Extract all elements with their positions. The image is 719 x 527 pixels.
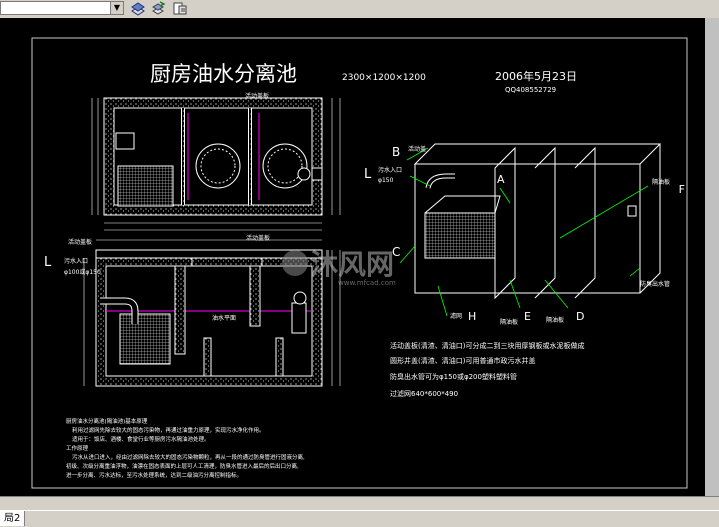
note-bottom-title: 厨房油水分离池(隔油池)基本原理 [66,417,148,425]
section-cover-label: 活动盖板 [246,234,270,242]
layer-states-icon[interactable] [172,1,188,16]
iso-label-H-text: 滤网 [450,312,462,320]
note-bottom-4: 污水从进口进入，经由过滤网除去较大的固态污染物颗粒，再从一段的通过防臭管进行固液… [72,453,305,461]
note-right-1: 活动盖板(清渣、清油口)可分成二到三块用厚钢板或水泥板做成 [390,341,584,350]
note-bottom-2: 适用于：饭店、酒楼、食堂行业等厨房污水隔油池处理。 [72,435,210,443]
note-right-4: 过滤网640*600*490 [390,389,458,398]
note-bottom-3: 工作原理 [66,444,89,452]
iso-label-B-text: 活动盖 [408,145,426,153]
notes-right: 活动盖板(清渣、清油口)可分成二到三块用厚钢板或水泥板做成 圆形井盖(清渣、清油… [390,341,584,398]
toolbar: ▼ [0,0,719,19]
size-spec: 2300×1200×1200 [342,73,426,83]
plan-view: 活动盖板 [91,92,341,231]
drawing-code: QQ408552729 [505,86,556,94]
iso-label-B: B [392,145,400,159]
drawing-canvas[interactable]: 厨房油水分离池 2300×1200×1200 2006年5月23日 QQ4085… [0,18,719,496]
layer-properties-icon[interactable] [130,1,146,16]
note-bottom-1: 利用过滤网先除去较大的固态污染物，再通过油重力原理，实现污水净化作用。 [72,426,265,434]
notes-bottom: 厨房油水分离池(隔油池)基本原理 利用过滤网先除去较大的固态污染物，再通过油重力… [66,417,305,479]
note-right-3: 防臭出水管可为φ150或φ200塑料塑料管 [390,372,517,381]
note-right-2: 圆形井盖(清渣、清油口)可用普通市政污水井盖 [390,356,535,365]
isometric-view [399,143,662,317]
layer-previous-icon[interactable] [150,1,166,16]
horizontal-scrollbar[interactable] [0,496,719,511]
watermark-text: 沐风网 [310,248,394,281]
drawing-date: 2006年5月23日 [495,69,577,83]
iso-inlet-pipe-label: φ150 [378,177,394,184]
section-inlet-label: 污水入口 [64,257,88,265]
iso-outlet-label: 防臭出水管 [640,280,670,288]
status-bar: 局2 [0,510,719,527]
isometric-labels: B 活动盖 L 污水入口 φ150 A F 隔油板 C E D H 滤网 隔油板… [364,145,685,326]
section-inlet-pipe-label: φ100或φ150 [64,268,101,276]
section-movable-board-label: 活动盖板 [68,238,92,246]
iso-label-F: F [679,183,685,196]
iso-label-E: E [524,310,531,323]
section-water-level-label: 油水平面 [212,314,236,322]
iso-inlet-label: 污水入口 [378,166,402,174]
iso-label-F-text: 隔油板 [652,178,670,186]
iso-label-L: L [364,167,372,182]
plan-board-label: 活动盖板 [245,92,269,100]
chevron-down-icon[interactable]: ▼ [110,2,123,14]
iso-label-H: H [468,310,476,323]
note-bottom-6: 进一步分离、污水达标，至污水处理系统，达到二级油污分离控制指标。 [66,471,242,479]
vertical-scrollbar[interactable] [705,18,719,496]
iso-sep2-label: 隔油板 [546,316,564,324]
watermark-url: www.mfcad.com [338,279,396,287]
iso-sep1-label: 隔油板 [500,318,518,326]
layout-tab[interactable]: 局2 [0,511,26,526]
iso-label-A: A [497,173,505,186]
iso-label-D: D [576,310,584,323]
note-bottom-5: 初级、次级分离重油浮物，油漂在固态表面的上层可人工清理，防臭水管进入最后的后出口… [66,462,299,470]
layer-combo[interactable]: ▼ [0,1,124,15]
cad-drawing: 厨房油水分离池 2300×1200×1200 2006年5月23日 QQ4085… [31,37,688,489]
section-L-label: L [44,255,52,270]
drawing-title: 厨房油水分离池 [150,62,297,86]
